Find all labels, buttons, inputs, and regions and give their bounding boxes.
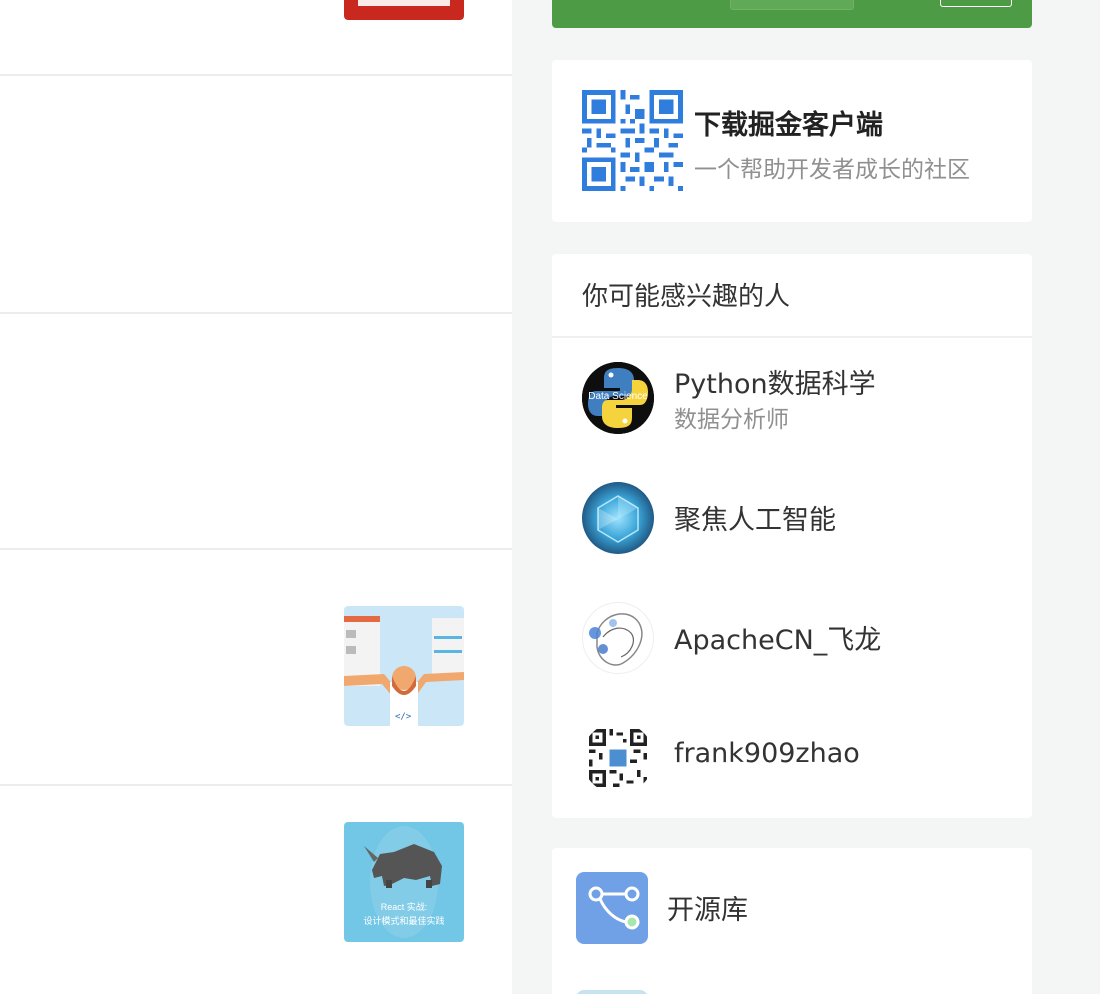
article-thumbnail[interactable] <box>344 0 464 20</box>
repository-icon <box>576 872 648 944</box>
repository-icon <box>576 990 648 994</box>
avatar-caption: Data Science <box>588 391 648 402</box>
top-banner <box>552 0 1032 28</box>
thumbnail-caption: 设计模式和最佳实践 <box>363 915 444 926</box>
banner-input[interactable] <box>730 0 854 10</box>
feed-item[interactable] <box>0 314 512 550</box>
recommended-people-card: 你可能感兴趣的人 Data Science Python数据科学 数据分析师 聚… <box>552 254 1032 818</box>
download-title: 下载掘金客户端 <box>694 110 883 141</box>
avatar[interactable]: Data Science <box>582 362 654 434</box>
people-card-title: 你可能感兴趣的人 <box>552 254 1032 338</box>
person-item[interactable]: frank909zhao <box>582 722 1002 794</box>
person-name[interactable]: Python数据科学 <box>674 362 876 401</box>
article-thumbnail[interactable]: </> <box>344 606 464 726</box>
download-app-card[interactable]: 下载掘金客户端 一个帮助开发者成长的社区 <box>552 60 1032 222</box>
person-item[interactable]: Data Science Python数据科学 数据分析师 <box>582 362 1002 434</box>
open-source-card[interactable]: 开源库 <box>552 848 1032 994</box>
person-item[interactable]: 聚焦人工智能 <box>582 482 1002 554</box>
person-name[interactable]: ApacheCN_飞龙 <box>674 618 881 657</box>
article-thumbnail[interactable]: React 实战: 设计模式和最佳实践 <box>344 822 464 942</box>
person-name[interactable]: 聚焦人工智能 <box>674 498 836 537</box>
download-subtitle: 一个帮助开发者成长的社区 <box>694 157 970 183</box>
qr-code-icon <box>582 90 683 191</box>
open-source-label[interactable]: 开源库 <box>667 888 748 927</box>
feed-item[interactable]: </> <box>0 550 512 786</box>
svg-text:</>: </> <box>395 712 412 722</box>
feed-item[interactable]: React 实战: 设计模式和最佳实践 <box>0 786 512 994</box>
person-item[interactable]: ApacheCN_飞龙 <box>582 602 1002 674</box>
avatar[interactable] <box>582 722 654 794</box>
thumbnail-caption: React 实战: <box>381 901 428 912</box>
feed-item[interactable] <box>0 78 512 314</box>
person-title: 数据分析师 <box>674 407 789 433</box>
banner-button[interactable] <box>940 0 1012 7</box>
avatar[interactable] <box>582 602 654 674</box>
avatar[interactable] <box>582 482 654 554</box>
person-name[interactable]: frank909zhao <box>674 738 860 769</box>
feed-item[interactable] <box>0 0 512 76</box>
article-feed: </> React 实战: 设计模式和最佳实践 <box>0 0 512 994</box>
